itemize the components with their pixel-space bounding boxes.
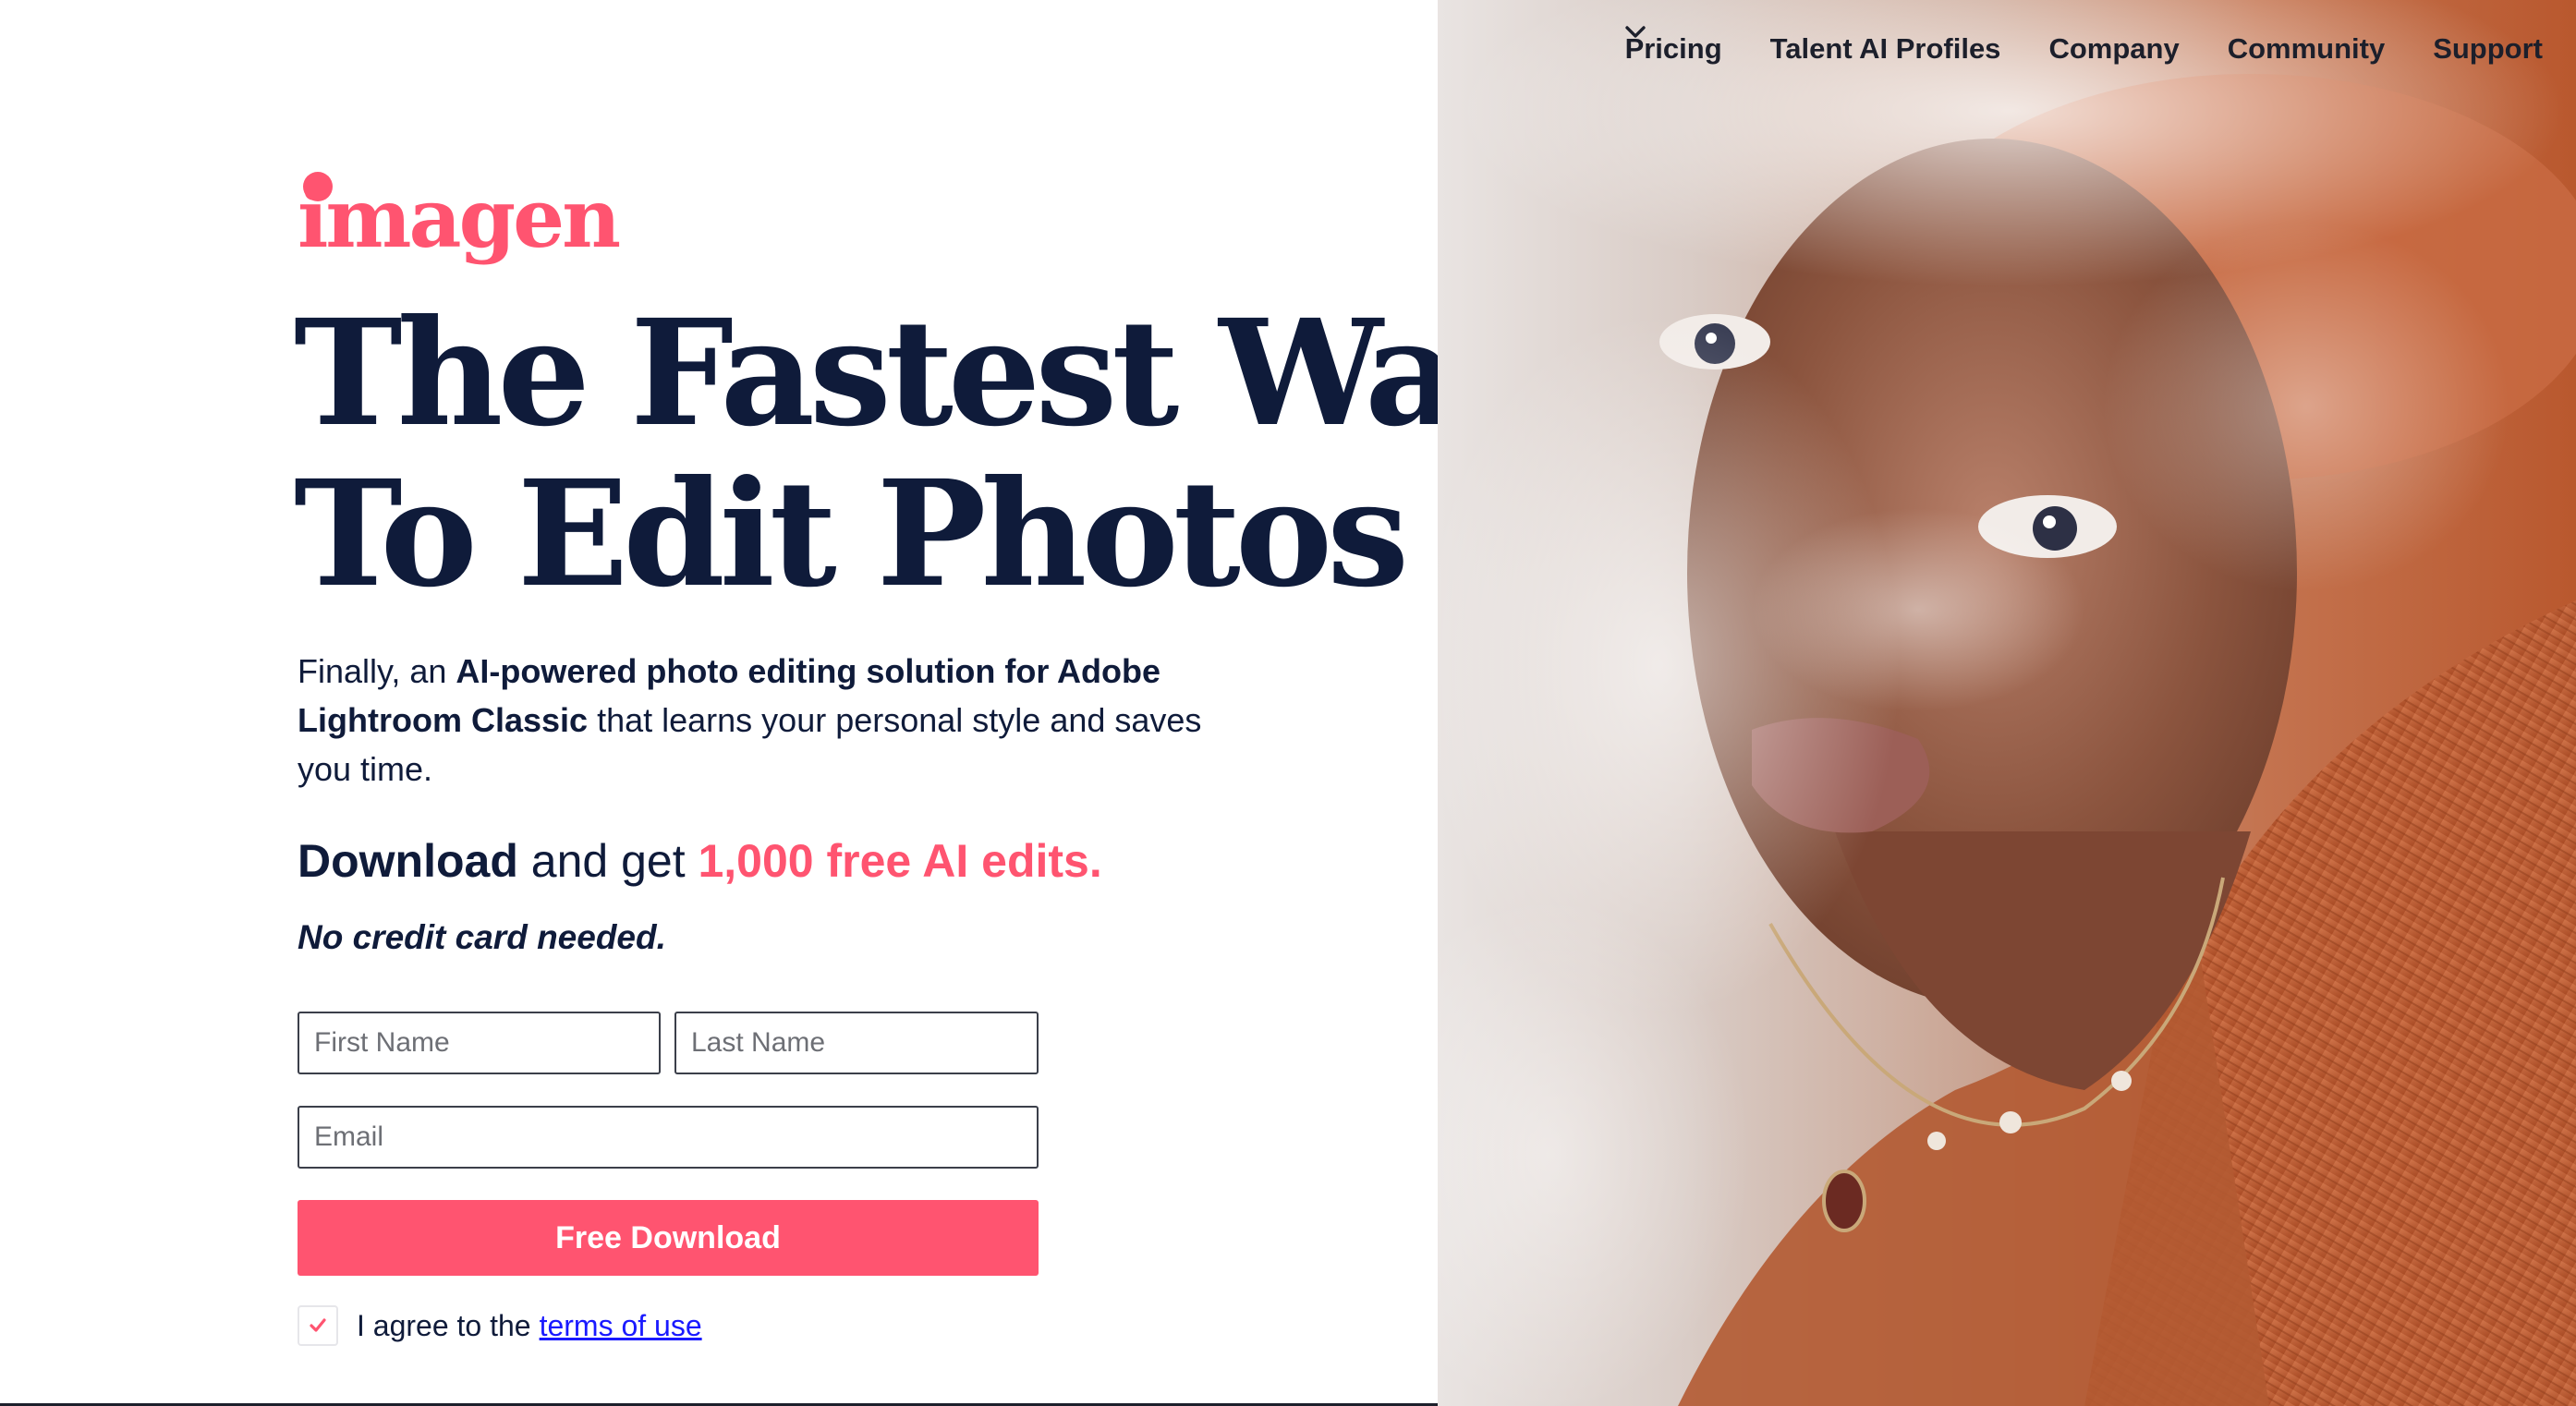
headline-line-1: The Fastest Way xyxy=(294,288,1538,459)
nav-talent-ai-profiles[interactable]: Talent AI Profiles xyxy=(1770,32,2001,66)
hero-photo: Pricing Talent AI Profiles Company Commu… xyxy=(1438,0,2576,1406)
terms-of-use-link[interactable]: terms of use xyxy=(540,1309,702,1343)
last-name-field[interactable] xyxy=(674,1012,1039,1074)
nav-community-label: Community xyxy=(2227,32,2386,65)
offer-line: Download and get 1,000 free AI edits. xyxy=(298,831,1102,891)
offer-download: Download xyxy=(298,835,518,887)
nav-company[interactable]: Company xyxy=(1624,26,2180,66)
chevron-down-icon xyxy=(1624,26,1646,38)
first-name-field[interactable] xyxy=(298,1012,661,1074)
checkmark-icon xyxy=(310,1318,326,1332)
free-download-button[interactable]: Free Download xyxy=(298,1200,1039,1276)
portrait-illustration xyxy=(1438,0,2576,1406)
agree-text: I agree to the xyxy=(357,1308,531,1342)
hero-left-panel: imagen The Fastest Way To Edit Photos Fi… xyxy=(0,0,1538,1406)
nav-support-label: Support xyxy=(2433,32,2543,65)
terms-checkbox[interactable] xyxy=(298,1305,338,1346)
hero-headline: The Fastest Way To Edit Photos xyxy=(294,288,1538,620)
offer-middle: and get xyxy=(517,835,699,887)
headline-line-2: To Edit Photos xyxy=(294,449,1409,620)
terms-agreement: I agree to the terms of use xyxy=(298,1303,702,1349)
no-credit-card-note: No credit card needed. xyxy=(298,918,666,956)
nav-talent-label: Talent AI Profiles xyxy=(1769,32,2001,65)
offer-highlight: 1,000 free AI edits. xyxy=(698,835,1102,887)
nav-community[interactable]: Community xyxy=(1624,26,2386,66)
top-navigation: Pricing Talent AI Profiles Company Commu… xyxy=(1625,26,2543,72)
nav-company-label: Company xyxy=(2048,32,2180,65)
intro-prefix: Finally, an xyxy=(298,652,456,690)
email-field[interactable] xyxy=(298,1106,1039,1169)
nav-support[interactable]: Support xyxy=(2433,32,2543,66)
logo-wordmark: imagen xyxy=(298,170,621,266)
hero-intro: Finally, an AI-powered photo editing sol… xyxy=(298,647,1203,794)
logo-dot xyxy=(303,172,333,201)
